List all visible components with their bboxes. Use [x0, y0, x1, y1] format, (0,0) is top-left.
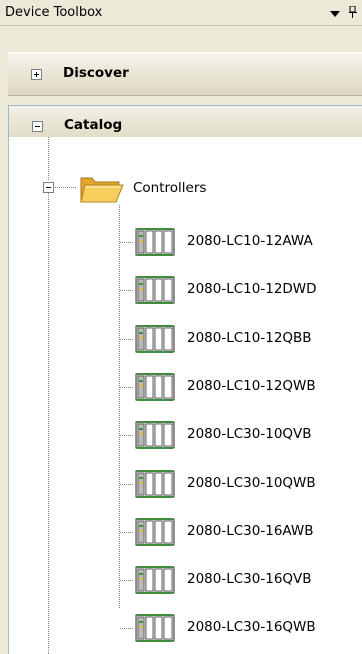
- catalog-label: Catalog: [64, 117, 123, 133]
- tree-connector: [119, 205, 120, 608]
- controller-item-label: 2080-LC10-12AWA: [187, 233, 313, 249]
- controller-module-icon: [135, 276, 175, 305]
- controller-module-icon: [135, 372, 175, 401]
- open-folder-icon: [80, 177, 124, 203]
- controllers-folder-label[interactable]: Controllers: [133, 180, 206, 196]
- tree-connector: [48, 193, 49, 654]
- controller-item-label: 2080-LC10-12DWD: [187, 281, 317, 298]
- expand-plus-icon[interactable]: [31, 69, 42, 80]
- tree-connector: [53, 187, 77, 188]
- discover-section-header[interactable]: Discover: [8, 52, 362, 96]
- tree-connector: [48, 137, 49, 181]
- controller-tree-item[interactable]: 2080-LC10-12QWB: [124, 370, 354, 404]
- controller-item-label: 2080-LC30-10QVB: [187, 426, 312, 443]
- toolbox-titlebar: Device Toolbox: [0, 0, 362, 26]
- controller-tree-item[interactable]: 2080-LC30-10QWB: [124, 467, 354, 501]
- pin-icon[interactable]: [349, 6, 357, 18]
- controller-item-label: 2080-LC10-12QWB: [187, 377, 316, 394]
- controller-tree-item[interactable]: 2080-LC30-10QVB: [124, 418, 354, 452]
- controller-tree-item[interactable]: 2080-LC30-16QWB: [124, 611, 354, 645]
- tree-collapse-icon[interactable]: [43, 182, 54, 193]
- controller-tree-item[interactable]: 2080-LC10-12AWA: [124, 225, 354, 259]
- toolbox-title: Device Toolbox: [5, 5, 103, 20]
- controller-module-icon: [135, 566, 175, 595]
- collapse-minus-icon[interactable]: [32, 121, 43, 132]
- controller-tree-item[interactable]: 2080-LC30-16AWB: [124, 515, 354, 549]
- controller-module-icon: [135, 228, 175, 256]
- controller-module-icon: [135, 421, 175, 450]
- controller-module-icon: [135, 469, 175, 498]
- chevron-down-icon[interactable]: [330, 11, 340, 17]
- controller-tree-item[interactable]: 2080-LC10-12DWD: [124, 273, 354, 307]
- controller-tree-item[interactable]: 2080-LC10-12QBB: [124, 322, 354, 356]
- controller-item-label: 2080-LC30-16QWB: [187, 619, 316, 636]
- controller-module-icon: [135, 324, 175, 353]
- controller-item-label: 2080-LC30-10QWB: [187, 474, 316, 491]
- catalog-tree: Controllers 2080-LC10-12AWA 2080-LC10-12…: [8, 137, 362, 654]
- controller-item-label: 2080-LC30-16AWB: [187, 522, 314, 539]
- controller-tree-item[interactable]: 2080-LC30-16QVB: [124, 563, 354, 597]
- discover-label: Discover: [63, 65, 129, 81]
- controller-module-icon: [135, 614, 175, 643]
- controller-item-label: 2080-LC10-12QBB: [187, 329, 312, 346]
- controller-item-label: 2080-LC30-16QVB: [187, 571, 312, 588]
- controller-module-icon: [135, 517, 175, 546]
